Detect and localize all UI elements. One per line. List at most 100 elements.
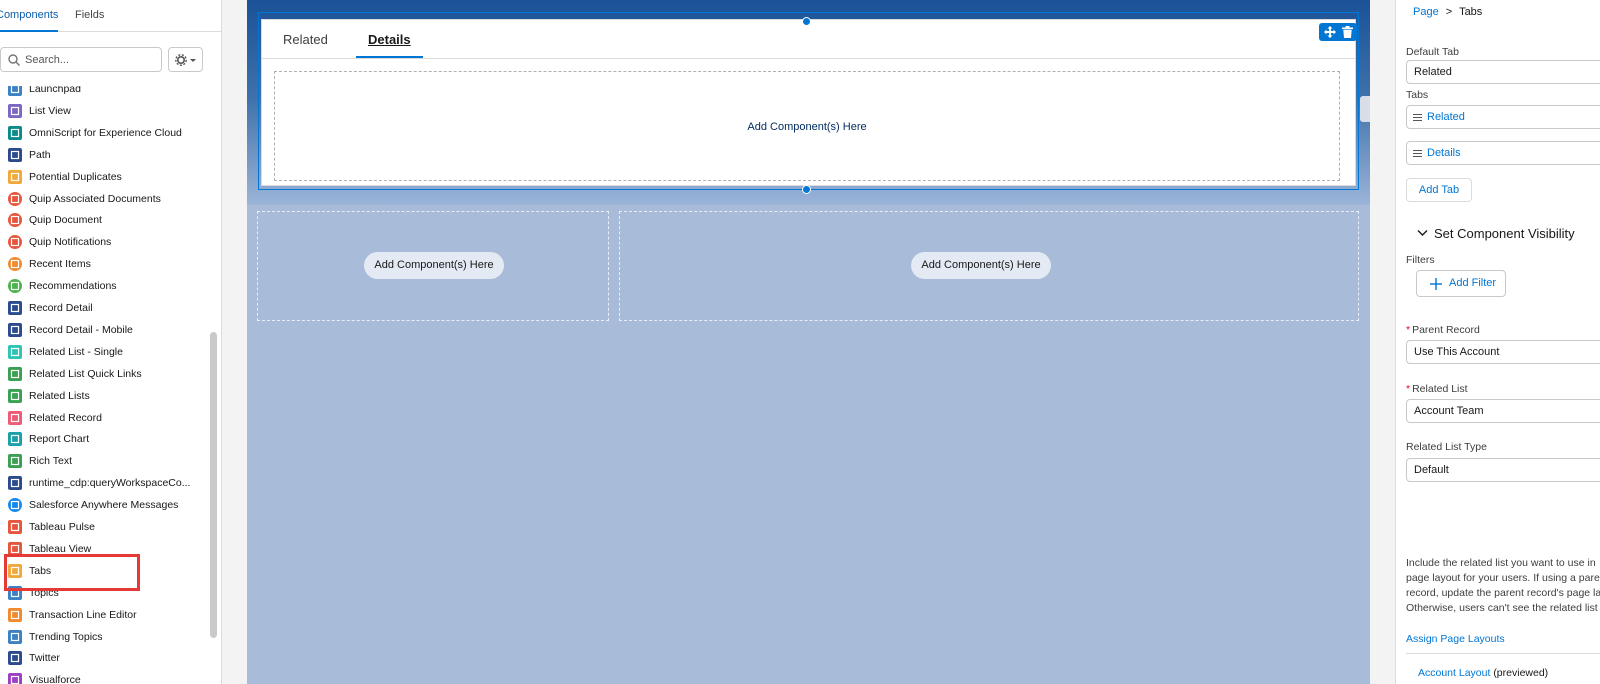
component-icon (8, 169, 22, 184)
breadcrumb-page-link[interactable]: Page (1413, 6, 1439, 18)
list-item[interactable]: Related List Quick Links (0, 364, 208, 384)
list-item-label: Twitter (29, 652, 60, 665)
component-icon (8, 86, 22, 96)
list-item-label: Visualforce (29, 674, 81, 684)
parent-record-label: * Parent Record (1406, 324, 1480, 336)
list-item[interactable]: Path (0, 145, 208, 165)
component-icon (8, 147, 22, 162)
list-scrollbar[interactable] (210, 332, 217, 638)
list-item-label: Topics (29, 586, 59, 599)
component-icon (8, 322, 22, 337)
list-item-label: Potential Duplicates (29, 170, 122, 183)
list-item-label: Record Detail - Mobile (29, 323, 133, 336)
list-item[interactable]: Rich Text (0, 451, 208, 471)
drag-handle-icon[interactable] (1413, 114, 1422, 121)
move-icon[interactable] (1324, 26, 1336, 38)
tab-drop-zone[interactable]: Add Component(s) Here (274, 71, 1340, 181)
list-item[interactable]: Visualforce (0, 670, 208, 684)
list-item[interactable]: List View (0, 101, 208, 121)
drag-handle-icon[interactable] (1413, 150, 1422, 157)
list-item[interactable]: Recommendations (0, 276, 208, 296)
list-item[interactable]: Trending Topics (0, 627, 208, 647)
list-item[interactable]: Recent Items (0, 254, 208, 274)
divider (1406, 653, 1600, 654)
resize-handle-bottom[interactable] (802, 185, 811, 194)
list-item[interactable]: Salesforce Anywhere Messages (0, 495, 208, 515)
list-item[interactable]: runtime_cdp:queryWorkspaceCo... (0, 473, 208, 493)
list-item[interactable]: Twitter (0, 648, 208, 668)
related-list-type-select[interactable]: Default (1406, 458, 1600, 482)
component-icon (8, 541, 22, 556)
component-icon (8, 585, 22, 600)
component-icon (8, 651, 22, 666)
list-item-label: runtime_cdp:queryWorkspaceCo... (29, 477, 191, 490)
help-line: Otherwise, users can't see the related l… (1406, 602, 1598, 614)
list-item-label: Trending Topics (29, 630, 103, 643)
list-item[interactable]: Related Lists (0, 386, 208, 406)
component-icon (8, 520, 22, 534)
list-item[interactable]: Quip Document (0, 210, 208, 230)
list-item[interactable]: Transaction Line Editor (0, 605, 208, 625)
component-controls (1319, 23, 1357, 41)
required-marker: * (1406, 324, 1411, 336)
filters-label: Filters (1406, 254, 1435, 266)
page-canvas: Related Details Add Component(s) Here Ad… (247, 0, 1370, 684)
list-item[interactable]: Report Chart (0, 429, 208, 449)
tabs-component[interactable]: Related Details Add Component(s) Here (261, 19, 1356, 186)
breadcrumb: Page > Tabs (1413, 6, 1482, 18)
list-item[interactable]: Record Detail - Mobile (0, 320, 208, 340)
tab-components[interactable]: Components (0, 0, 59, 32)
add-filter-button[interactable]: Add Filter (1416, 270, 1506, 297)
list-item[interactable]: Potential Duplicates (0, 167, 208, 187)
component-icon (8, 301, 22, 315)
list-item[interactable]: Related Record (0, 408, 208, 428)
resize-handle-top[interactable] (802, 17, 811, 26)
required-marker: * (1406, 383, 1411, 395)
list-item[interactable]: Tableau View (0, 539, 208, 559)
list-item[interactable]: Related List - Single (0, 342, 208, 362)
add-component-button-right[interactable]: Add Component(s) Here (911, 252, 1051, 279)
list-item[interactable]: Record Detail (0, 298, 208, 318)
gear-icon (175, 54, 196, 66)
tab-related[interactable]: Related (283, 32, 328, 57)
component-list: Launchpad List View OmniScript for Experie… (0, 86, 208, 684)
search-input[interactable] (25, 51, 155, 69)
visibility-section-toggle[interactable]: Set Component Visibility (1406, 224, 1600, 244)
assign-page-layouts-link[interactable]: Assign Page Layouts (1406, 633, 1505, 645)
region-left[interactable]: Add Component(s) Here (257, 211, 609, 321)
parent-record-select[interactable]: Use This Account (1406, 340, 1600, 364)
search-box[interactable] (0, 47, 162, 72)
tab-item-label: Details (1427, 147, 1461, 159)
list-item-label: Path (29, 148, 51, 161)
list-item[interactable]: Launchpad (0, 86, 208, 99)
settings-menu-button[interactable] (168, 47, 203, 72)
list-item[interactable]: Tabs (0, 561, 208, 581)
default-tab-select[interactable]: Related (1406, 60, 1600, 84)
list-item[interactable]: Tableau Pulse (0, 517, 208, 537)
tab-item-related[interactable]: Related (1406, 105, 1600, 129)
component-icon (8, 673, 22, 684)
related-list-label-text: Related List (1412, 383, 1468, 395)
list-item-label: Launchpad (29, 86, 81, 95)
tab-fields[interactable]: Fields (75, 0, 104, 32)
region-right[interactable]: Add Component(s) Here (619, 211, 1359, 321)
add-tab-button[interactable]: Add Tab (1406, 178, 1472, 202)
help-text: Include the related list you want to use… (1406, 556, 1600, 616)
delete-icon[interactable] (1342, 26, 1353, 38)
visibility-title: Set Component Visibility (1434, 226, 1575, 241)
list-item[interactable]: OmniScript for Experience Cloud (0, 123, 208, 143)
related-list-select[interactable]: Account Team (1406, 399, 1600, 423)
list-item[interactable]: Quip Associated Documents (0, 189, 208, 209)
panel-collapse-handle[interactable] (1360, 96, 1370, 122)
list-item-label: Recent Items (29, 258, 91, 271)
component-icon (8, 279, 22, 294)
add-filter-label: Add Filter (1449, 277, 1497, 289)
list-item[interactable]: Topics (0, 583, 208, 603)
list-item[interactable]: Quip Notifications (0, 232, 208, 252)
tab-item-details[interactable]: Details (1406, 141, 1600, 165)
tab-details[interactable]: Details (356, 32, 423, 58)
add-component-button-left[interactable]: Add Component(s) Here (364, 252, 504, 279)
account-layout-link[interactable]: Account Layout (1418, 667, 1490, 679)
component-icon (8, 213, 22, 228)
component-icon (8, 498, 22, 513)
